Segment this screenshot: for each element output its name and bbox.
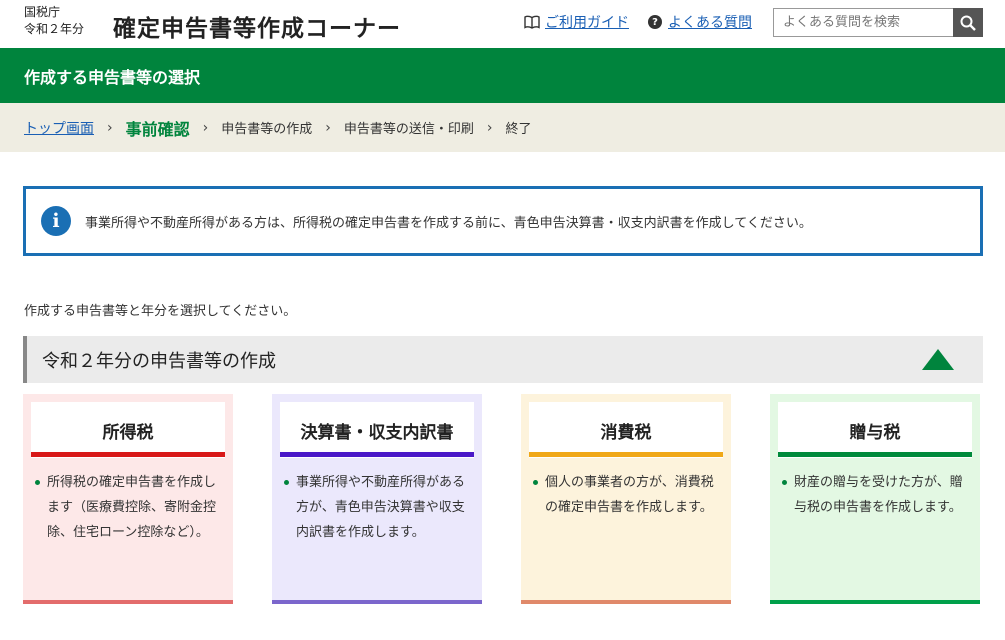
card-title: 消費税	[529, 402, 723, 458]
user-guide-link[interactable]: ご利用ガイド	[524, 12, 629, 32]
faq-label: よくある質問	[668, 15, 752, 31]
info-text: 事業所得や不動産所得がある方は、所得税の確定申告書を作成する前に、青色申告決算書…	[85, 215, 812, 231]
chevron-right-icon: ›	[107, 119, 113, 136]
page-title: 作成する申告書等の選択	[24, 68, 201, 87]
card-bottom-border	[272, 600, 482, 604]
step-create: 申告書等の作成	[221, 122, 313, 137]
card-description: 財産の贈与を受けた方が、贈与税の申告書を作成します。	[782, 470, 968, 520]
step-current: 事前確認	[125, 119, 190, 139]
year-section-header[interactable]: 令和２年分の申告書等の作成	[23, 336, 983, 383]
card-financial-statements[interactable]: 決算書・収支内訳書 事業所得や不動産所得がある方が、青色申告決算書や収支内訳書を…	[272, 394, 482, 604]
faq-search-input[interactable]	[773, 8, 953, 37]
card-bottom-border	[521, 600, 731, 604]
card-title-underline	[31, 452, 225, 457]
card-bottom-border	[770, 600, 980, 604]
section-title: 令和２年分の申告書等の作成	[42, 350, 276, 372]
card-title-underline	[529, 452, 723, 457]
agency-name: 国税庁	[24, 5, 61, 19]
step-finish: 終了	[505, 122, 532, 137]
chevron-right-icon: ›	[325, 119, 331, 136]
triangle-up-icon[interactable]	[922, 349, 954, 370]
page-title-band: 作成する申告書等の選択	[0, 48, 1005, 103]
step-top-link[interactable]: トップ画面	[24, 118, 94, 138]
card-income-tax[interactable]: 所得税 所得税の確定申告書を作成します（医療費控除、寄附金控除、住宅ローン控除な…	[23, 394, 233, 604]
card-gift-tax[interactable]: 贈与税 財産の贈与を受けた方が、贈与税の申告書を作成します。	[770, 394, 980, 604]
card-bottom-border	[23, 600, 233, 604]
chevron-right-icon: ›	[486, 119, 493, 136]
magnifier-icon	[960, 15, 976, 31]
instruction-text: 作成する申告書等と年分を選択してください。	[24, 304, 297, 319]
chevron-right-icon: ›	[202, 119, 209, 136]
site-header: 国税庁 令和２年分 確定申告書等作成コーナー ご利用ガイド ? よくある質問	[0, 0, 1005, 48]
info-notice: i 事業所得や不動産所得がある方は、所得税の確定申告書を作成する前に、青色申告決…	[23, 186, 983, 256]
card-description-text: 財産の贈与を受けた方が、贈与税の申告書を作成します。	[794, 475, 963, 515]
bullet-icon	[35, 480, 40, 485]
card-title-underline	[280, 452, 474, 457]
search-button[interactable]	[953, 8, 983, 37]
bullet-icon	[533, 480, 538, 485]
tax-year: 令和２年分	[24, 22, 85, 36]
card-description: 所得税の確定申告書を作成します（医療費控除、寄附金控除、住宅ローン控除など）。	[35, 470, 221, 545]
card-consumption-tax[interactable]: 消費税 個人の事業者の方が、消費税の確定申告書を作成します。	[521, 394, 731, 604]
card-description-text: 所得税の確定申告書を作成します（医療費控除、寄附金控除、住宅ローン控除など）。	[47, 475, 217, 540]
step-send-print: 申告書等の送信・印刷	[343, 122, 474, 137]
agency-block: 国税庁 令和２年分	[24, 4, 84, 38]
bullet-icon	[284, 480, 289, 485]
site-title[interactable]: 確定申告書等作成コーナー	[113, 9, 401, 43]
card-title: 決算書・収支内訳書	[280, 402, 474, 458]
card-title: 贈与税	[778, 402, 972, 458]
bullet-icon	[782, 480, 787, 485]
card-title-underline	[778, 452, 972, 457]
card-description-text: 個人の事業者の方が、消費税の確定申告書を作成します。	[545, 475, 714, 515]
card-description: 事業所得や不動産所得がある方が、青色申告決算書や収支内訳書を作成します。	[284, 470, 470, 545]
question-circle-icon: ?	[648, 15, 662, 29]
card-description: 個人の事業者の方が、消費税の確定申告書を作成します。	[533, 470, 719, 520]
faq-link[interactable]: ? よくある質問	[648, 12, 752, 32]
book-icon	[524, 15, 540, 29]
user-guide-label: ご利用ガイド	[545, 15, 629, 31]
card-title: 所得税	[31, 402, 225, 458]
card-description-text: 事業所得や不動産所得がある方が、青色申告決算書や収支内訳書を作成します。	[296, 475, 466, 540]
progress-steps: トップ画面 › 事前確認 › 申告書等の作成 › 申告書等の送信・印刷 › 終了	[0, 103, 1005, 152]
info-circle-icon: i	[41, 206, 71, 236]
